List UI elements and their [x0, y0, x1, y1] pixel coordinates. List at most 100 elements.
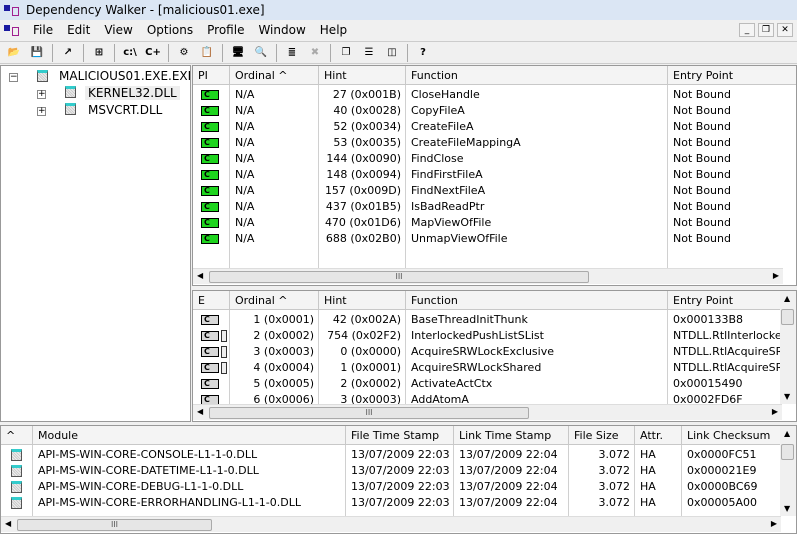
c-function-icon: C	[201, 170, 219, 180]
column-header[interactable]: Hint	[319, 291, 406, 310]
expand-icon[interactable]: +	[37, 90, 46, 99]
table-row[interactable]: C N/A 53 (0x0035) CreateFileMappingA Not Bou…	[193, 135, 796, 151]
minimize-button[interactable]: _	[739, 23, 755, 37]
copy-icon[interactable]: ↗	[58, 44, 78, 62]
column-header[interactable]: PI	[193, 66, 230, 85]
module-list: ^ Module File Time Stamp Link Time Stamp Fil…	[0, 425, 797, 534]
profile-icon[interactable]: ⚙	[174, 44, 194, 62]
tile-vertical-icon[interactable]: ◫	[382, 44, 402, 62]
column-header[interactable]: Link Time Stamp	[454, 426, 569, 445]
toolbar-separator	[168, 43, 169, 62]
column-header[interactable]: File Time Stamp	[346, 426, 454, 445]
properties-icon[interactable]: 📋	[197, 44, 217, 62]
entry-point: NTDLL.RtlInterlocke	[673, 329, 782, 342]
tree-item-kernel32[interactable]: KERNEL32.DLL	[85, 86, 180, 100]
horizontal-scrollbar[interactable]: ◀ III ▶	[193, 404, 782, 420]
undecorate-cpp-icon[interactable]: C+	[143, 44, 163, 62]
column-header[interactable]: Attr.	[635, 426, 682, 445]
column-header[interactable]: Entry Point	[668, 66, 796, 85]
tree-item-msvcrt[interactable]: MSVCRT.DLL	[88, 103, 162, 117]
column-header[interactable]: Link Checksum	[682, 426, 781, 445]
hint: 2 (0x0002)	[340, 377, 401, 390]
column-header[interactable]: Hint	[319, 66, 406, 85]
tree-root[interactable]: MALICIOUS01.EXE.EXE	[59, 69, 190, 83]
module-icon	[11, 481, 22, 493]
table-row[interactable]: C N/A 40 (0x0028) CopyFileA Not Bound	[193, 103, 796, 119]
menu-view[interactable]: View	[97, 23, 139, 37]
menu-help[interactable]: Help	[313, 23, 354, 37]
table-row[interactable]: API-MS-WIN-CORE-DATETIME-L1-1-0.DLL 13/07…	[1, 463, 796, 479]
sort-icon[interactable]: ≣	[282, 44, 302, 62]
cascade-icon[interactable]: ❐	[336, 44, 356, 62]
table-row[interactable]: C N/A 52 (0x0034) CreateFileA Not Bound	[193, 119, 796, 135]
toolbar-separator	[83, 43, 84, 62]
table-row[interactable]: C N/A 437 (0x01B5) IsBadReadPtr Not Bound	[193, 199, 796, 215]
hint: 470 (0x01D6)	[324, 216, 401, 229]
close-button[interactable]: ✕	[777, 23, 793, 37]
function-name: FindFirstFileA	[411, 168, 483, 181]
tile-horizontal-icon[interactable]: ☰	[359, 44, 379, 62]
column-header[interactable]: Module	[33, 426, 346, 445]
vertical-scrollbar[interactable]: ▲ ▼	[780, 291, 796, 404]
column-header[interactable]: ^	[1, 426, 33, 445]
horizontal-scrollbar[interactable]: ◀ III ▶	[1, 516, 781, 532]
disabled-icon[interactable]: ✖	[305, 44, 325, 62]
file-time-stamp: 13/07/2009 22:03	[351, 480, 450, 493]
expand-tree-icon[interactable]: ⊞	[89, 44, 109, 62]
collapse-icon[interactable]: −	[9, 73, 18, 82]
ordinal: N/A	[235, 104, 255, 117]
vertical-scrollbar[interactable]: ▲ ▼	[780, 426, 796, 516]
table-row[interactable]: C N/A 470 (0x01D6) MapViewOfFile Not Bound	[193, 215, 796, 231]
column-header[interactable]: Ordinal ^	[230, 66, 319, 85]
attributes: HA	[640, 448, 656, 461]
menu-file[interactable]: File	[26, 23, 60, 37]
app-icon	[4, 4, 20, 16]
ordinal: 5 (0x0005)	[253, 377, 314, 390]
menu-window[interactable]: Window	[251, 23, 312, 37]
table-row[interactable]: C 4 (0x0004) 1 (0x0001) AcquireSRWLockShare…	[193, 360, 796, 376]
column-header[interactable]: Function	[406, 66, 668, 85]
expand-icon[interactable]: +	[37, 107, 46, 116]
column-header[interactable]: File Size	[569, 426, 635, 445]
table-row[interactable]: C 5 (0x0005) 2 (0x0002) ActivateActCtx 0x000…	[193, 376, 796, 392]
search-icon[interactable]: 🔍	[251, 44, 271, 62]
table-row[interactable]: C 2 (0x0002) 754 (0x02F2) InterlockedPushLi…	[193, 328, 796, 344]
window-title: Dependency Walker - [malicious01.exe]	[26, 3, 265, 17]
save-icon[interactable]: 💾	[27, 44, 47, 62]
column-header[interactable]: Entry Point	[668, 291, 782, 310]
table-row[interactable]: C N/A 148 (0x0094) FindFirstFileA Not Bound	[193, 167, 796, 183]
table-row[interactable]: C N/A 144 (0x0090) FindClose Not Bound	[193, 151, 796, 167]
column-header[interactable]: Function	[406, 291, 668, 310]
hint: 52 (0x0034)	[333, 120, 401, 133]
table-row[interactable]: API-MS-WIN-CORE-ERRORHANDLING-L1-1-0.DLL…	[1, 495, 796, 511]
table-row[interactable]: C N/A 688 (0x02B0) UnmapViewOfFile Not Bound	[193, 231, 796, 247]
full-paths-icon[interactable]: c:\	[120, 44, 140, 62]
title-bar: Dependency Walker - [malicious01.exe]	[0, 0, 797, 20]
c-function-icon: C	[201, 138, 219, 148]
table-row[interactable]: API-MS-WIN-CORE-DEBUG-L1-1-0.DLL 13/07/20…	[1, 479, 796, 495]
horizontal-scrollbar[interactable]: ◀ III ▶	[193, 268, 783, 284]
column-header[interactable]: Ordinal ^	[230, 291, 319, 310]
table-row[interactable]: C N/A 27 (0x001B) CloseHandle Not Bound	[193, 87, 796, 103]
system-info-icon[interactable]: 🖥	[228, 44, 248, 62]
menu-edit[interactable]: Edit	[60, 23, 97, 37]
app-icon[interactable]	[4, 24, 20, 36]
menu-profile[interactable]: Profile	[200, 23, 251, 37]
restore-button[interactable]: ❐	[758, 23, 774, 37]
c-function-icon: C	[201, 154, 219, 164]
table-row[interactable]: API-MS-WIN-CORE-CONSOLE-L1-1-0.DLL 13/07/…	[1, 447, 796, 463]
module-name: API-MS-WIN-CORE-CONSOLE-L1-1-0.DLL	[38, 448, 258, 461]
help-icon[interactable]: ?	[413, 44, 433, 62]
imports-list: PI Ordinal ^ Hint Function Entry Point C N/A 27…	[192, 65, 797, 286]
open-icon[interactable]: 📂	[4, 44, 24, 62]
c-function-icon: C	[201, 363, 219, 373]
ordinal: N/A	[235, 136, 255, 149]
menu-options[interactable]: Options	[140, 23, 200, 37]
table-row[interactable]: C 1 (0x0001) 42 (0x002A) BaseThreadInitThun…	[193, 312, 796, 328]
toolbar-separator	[52, 43, 53, 62]
ordinal: 3 (0x0003)	[253, 345, 314, 358]
toolbar-separator	[407, 43, 408, 62]
column-header[interactable]: E	[193, 291, 230, 310]
table-row[interactable]: C N/A 157 (0x009D) FindNextFileA Not Bound	[193, 183, 796, 199]
table-row[interactable]: C 3 (0x0003) 0 (0x0000) AcquireSRWLockExclu…	[193, 344, 796, 360]
